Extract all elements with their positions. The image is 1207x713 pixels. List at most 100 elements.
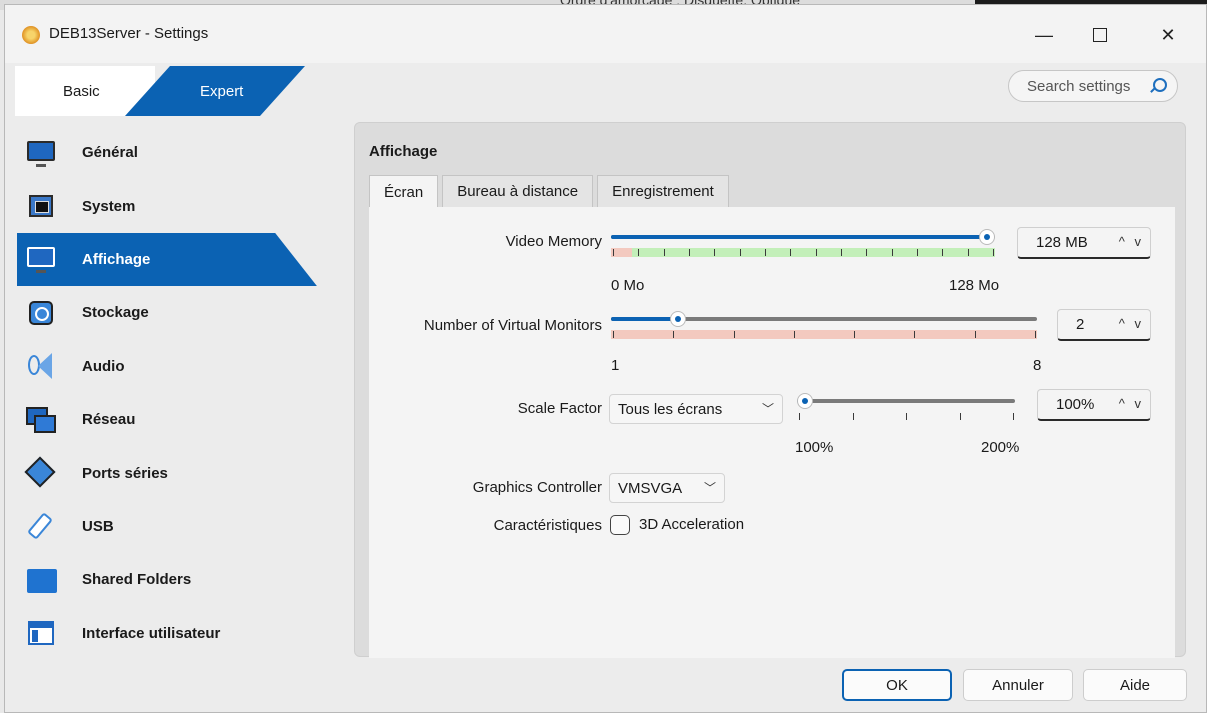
sidebar: Général System Affichage Stockage Audio … bbox=[17, 126, 337, 660]
graphics-controller-combo[interactable]: VMSVGA ﹀ bbox=[609, 473, 725, 503]
monitors-slider[interactable] bbox=[611, 311, 1037, 351]
usb-icon bbox=[26, 511, 58, 541]
slider-tick bbox=[638, 249, 640, 256]
storage-icon bbox=[26, 298, 58, 328]
sidebar-item-label: Shared Folders bbox=[82, 571, 192, 589]
scale-spinbox[interactable]: 100% ^ v bbox=[1037, 389, 1151, 421]
maximize-icon bbox=[1093, 28, 1107, 42]
display-icon bbox=[26, 244, 58, 274]
tab-remote-display[interactable]: Bureau à distance bbox=[442, 175, 594, 207]
maximize-button[interactable] bbox=[1077, 17, 1123, 53]
scale-handle[interactable] bbox=[797, 393, 813, 409]
sidebar-item-label: Affichage bbox=[82, 250, 151, 268]
mode-switch: Basic Expert bbox=[15, 66, 305, 116]
slider-tick bbox=[793, 331, 795, 338]
spin-arrows-icon[interactable]: ^ v bbox=[1119, 234, 1144, 249]
sidebar-item-label: Ports séries bbox=[82, 464, 168, 482]
slider-tick bbox=[815, 249, 817, 256]
sidebar-item-label: Stockage bbox=[82, 304, 149, 322]
sidebar-item-system[interactable]: System bbox=[17, 179, 337, 232]
slider-tick bbox=[852, 413, 854, 420]
video-memory-max-label: 128 Mo bbox=[949, 277, 1000, 294]
window-title: DEB13Server - Settings bbox=[49, 25, 209, 42]
video-memory-green-band bbox=[632, 248, 995, 257]
video-memory-spinbox[interactable]: 128 MB ^ v bbox=[1017, 227, 1151, 259]
sidebar-item-label: USB bbox=[82, 517, 114, 535]
minimize-button[interactable]: — bbox=[1021, 17, 1067, 53]
slider-tick bbox=[914, 331, 916, 338]
slider-tick bbox=[689, 249, 690, 256]
chevron-down-icon: ﹀ bbox=[703, 481, 716, 495]
slider-tick bbox=[765, 249, 766, 256]
cancel-button[interactable]: Annuler bbox=[963, 669, 1073, 701]
slider-tick bbox=[967, 249, 969, 256]
serial-port-icon bbox=[24, 456, 58, 488]
slider-tick bbox=[906, 413, 907, 420]
slider-tick bbox=[866, 249, 868, 256]
help-button[interactable]: Aide bbox=[1083, 669, 1187, 701]
panel-tabs: Écran Bureau à distance Enregistrement bbox=[369, 175, 733, 208]
sidebar-item-audio[interactable]: Audio bbox=[17, 340, 337, 393]
folder-icon bbox=[26, 565, 58, 595]
monitors-value: 2 bbox=[1076, 316, 1085, 333]
sidebar-item-shared-folders[interactable]: Shared Folders bbox=[17, 553, 337, 606]
search-icon bbox=[1153, 78, 1167, 92]
slider-tick bbox=[917, 249, 918, 256]
display-settings-panel: Affichage Écran Bureau à distance Enregi… bbox=[354, 122, 1186, 658]
monitors-handle[interactable] bbox=[669, 311, 686, 327]
video-memory-slider[interactable] bbox=[611, 229, 995, 269]
monitors-red-band bbox=[611, 330, 1037, 339]
slider-tick bbox=[1035, 331, 1036, 338]
scale-screen-value: Tous les écrans bbox=[618, 400, 723, 418]
sidebar-item-serial-ports[interactable]: Ports séries bbox=[17, 446, 337, 499]
sidebar-item-usb[interactable]: USB bbox=[17, 500, 337, 553]
video-memory-red-band bbox=[611, 248, 632, 257]
video-memory-fill bbox=[611, 235, 987, 239]
monitors-fill bbox=[611, 317, 678, 321]
search-settings-input[interactable]: Search settings bbox=[1008, 70, 1178, 102]
sidebar-item-storage[interactable]: Stockage bbox=[17, 286, 337, 339]
chip-icon bbox=[26, 191, 58, 221]
scale-screen-combo[interactable]: Tous les écrans ﹀ bbox=[609, 394, 783, 424]
slider-tick bbox=[673, 331, 675, 338]
ok-button[interactable]: OK bbox=[842, 669, 952, 701]
3d-acceleration-checkbox[interactable] bbox=[610, 515, 630, 535]
slider-tick bbox=[613, 331, 614, 338]
sidebar-item-label: System bbox=[82, 197, 136, 215]
video-memory-label: Video Memory bbox=[505, 233, 602, 250]
sidebar-item-display[interactable]: Affichage bbox=[17, 232, 317, 287]
scale-max-label: 200% bbox=[981, 439, 1020, 456]
close-button[interactable]: ✕ bbox=[1145, 17, 1191, 53]
slider-tick bbox=[613, 249, 614, 256]
tab-recording[interactable]: Enregistrement bbox=[597, 175, 729, 207]
chevron-down-icon: ﹀ bbox=[761, 402, 774, 416]
title-bar: DEB13Server - Settings — ✕ bbox=[5, 5, 1206, 63]
sidebar-item-label: Audio bbox=[82, 357, 125, 375]
sidebar-item-label: Interface utilisateur bbox=[82, 624, 221, 642]
scale-factor-label: Scale Factor bbox=[517, 400, 602, 417]
slider-tick bbox=[854, 331, 856, 338]
tab-screen[interactable]: Écran bbox=[369, 175, 439, 208]
sidebar-item-network[interactable]: Réseau bbox=[17, 393, 337, 446]
video-memory-handle[interactable] bbox=[979, 229, 995, 245]
slider-tick bbox=[841, 249, 842, 256]
spin-arrows-icon[interactable]: ^ v bbox=[1119, 396, 1144, 411]
slider-tick bbox=[959, 413, 961, 420]
scale-min-label: 100% bbox=[795, 439, 834, 456]
slider-tick bbox=[942, 249, 944, 256]
scale-factor-slider[interactable] bbox=[797, 393, 1015, 423]
graphics-controller-value: VMSVGA bbox=[618, 479, 683, 497]
3d-acceleration-label[interactable]: 3D Acceleration bbox=[639, 516, 744, 533]
slider-tick bbox=[790, 249, 792, 256]
monitors-label: Number of Virtual Monitors bbox=[423, 317, 602, 334]
slider-tick bbox=[891, 249, 893, 256]
video-memory-min-label: 0 Mo bbox=[611, 277, 645, 294]
scale-track bbox=[797, 399, 1015, 403]
sidebar-item-user-interface[interactable]: Interface utilisateur bbox=[17, 607, 337, 660]
monitors-spinbox[interactable]: 2 ^ v bbox=[1057, 309, 1151, 341]
scale-value: 100% bbox=[1056, 396, 1095, 413]
spin-arrows-icon[interactable]: ^ v bbox=[1119, 316, 1144, 331]
network-icon bbox=[26, 405, 58, 435]
minimize-icon: — bbox=[1035, 24, 1053, 45]
sidebar-item-general[interactable]: Général bbox=[17, 126, 337, 179]
